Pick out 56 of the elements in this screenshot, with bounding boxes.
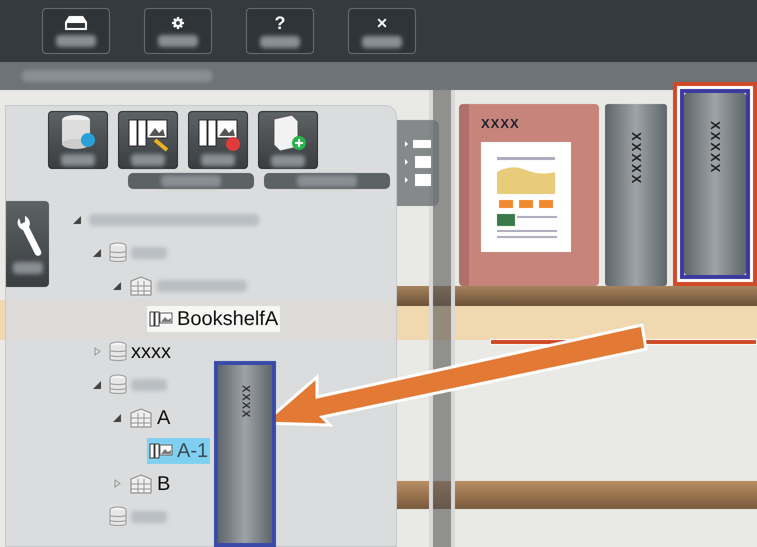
collapse-toggle-icon[interactable] bbox=[93, 248, 101, 256]
tree-item[interactable]: B bbox=[127, 470, 172, 496]
redacted-label bbox=[362, 36, 402, 48]
document-thumbnail-icon bbox=[481, 142, 571, 252]
collapse-toggle-icon[interactable] bbox=[93, 380, 101, 388]
toolbar-button[interactable]: ? bbox=[246, 8, 314, 54]
tree-item[interactable]: A-1 bbox=[147, 438, 210, 464]
binder-spine[interactable]: XXXXX bbox=[605, 104, 667, 286]
database-icon bbox=[109, 242, 127, 264]
expand-toggle-icon[interactable] bbox=[94, 347, 100, 356]
redacted-label bbox=[271, 155, 305, 167]
tree-item[interactable]: A bbox=[127, 404, 172, 430]
toolbar-button[interactable]: × bbox=[348, 8, 416, 54]
redacted-label bbox=[158, 35, 198, 47]
database-icon bbox=[109, 506, 127, 528]
redacted-label bbox=[131, 378, 167, 390]
expand-toggle-icon[interactable] bbox=[114, 479, 120, 488]
shelf-icon bbox=[129, 472, 153, 494]
collapse-toggle-icon[interactable] bbox=[73, 216, 81, 224]
redacted-label bbox=[56, 35, 96, 47]
redacted-label bbox=[260, 36, 300, 48]
redacted-label bbox=[161, 175, 221, 187]
folder-list-icon bbox=[403, 138, 433, 188]
folder-panel[interactable] bbox=[397, 120, 439, 206]
cover-title: XXXX bbox=[481, 115, 520, 133]
redacted-label bbox=[131, 246, 167, 258]
redacted-label bbox=[61, 154, 95, 166]
panel-tool-button[interactable] bbox=[258, 111, 318, 169]
spine-title: XXXXX bbox=[706, 121, 724, 176]
collapse-toggle-icon[interactable] bbox=[113, 282, 121, 290]
settings-icon bbox=[170, 15, 186, 31]
panel-tool-button[interactable] bbox=[118, 111, 178, 169]
panel-tool-button[interactable] bbox=[188, 111, 248, 169]
spine-title: XXXXX bbox=[628, 132, 645, 188]
collapse-toggle-icon[interactable] bbox=[113, 414, 121, 422]
binder-icon bbox=[149, 310, 173, 328]
tree-item[interactable]: BookshelfA bbox=[147, 306, 280, 332]
binder-cover[interactable]: XXXX bbox=[459, 104, 599, 286]
redacted-label bbox=[12, 262, 42, 274]
tools-side-button[interactable] bbox=[6, 201, 49, 287]
binder-spine[interactable]: XXXXX bbox=[684, 93, 746, 275]
toolbar-button[interactable] bbox=[42, 8, 110, 54]
spine-title: XXXX bbox=[238, 385, 252, 420]
panel-tool-button[interactable] bbox=[48, 111, 108, 169]
shelf-icon bbox=[129, 274, 153, 296]
database-icon bbox=[109, 340, 127, 362]
tray-icon bbox=[63, 15, 89, 31]
redacted-label bbox=[131, 510, 167, 522]
redacted-label bbox=[297, 175, 357, 187]
redacted-label bbox=[201, 154, 235, 166]
shelf-icon bbox=[129, 406, 153, 428]
binder-icon bbox=[149, 442, 173, 460]
toolbar-button[interactable] bbox=[144, 8, 212, 54]
database-icon bbox=[109, 374, 127, 396]
tree-item[interactable]: xxxx bbox=[107, 338, 173, 364]
redacted-label bbox=[131, 154, 165, 166]
